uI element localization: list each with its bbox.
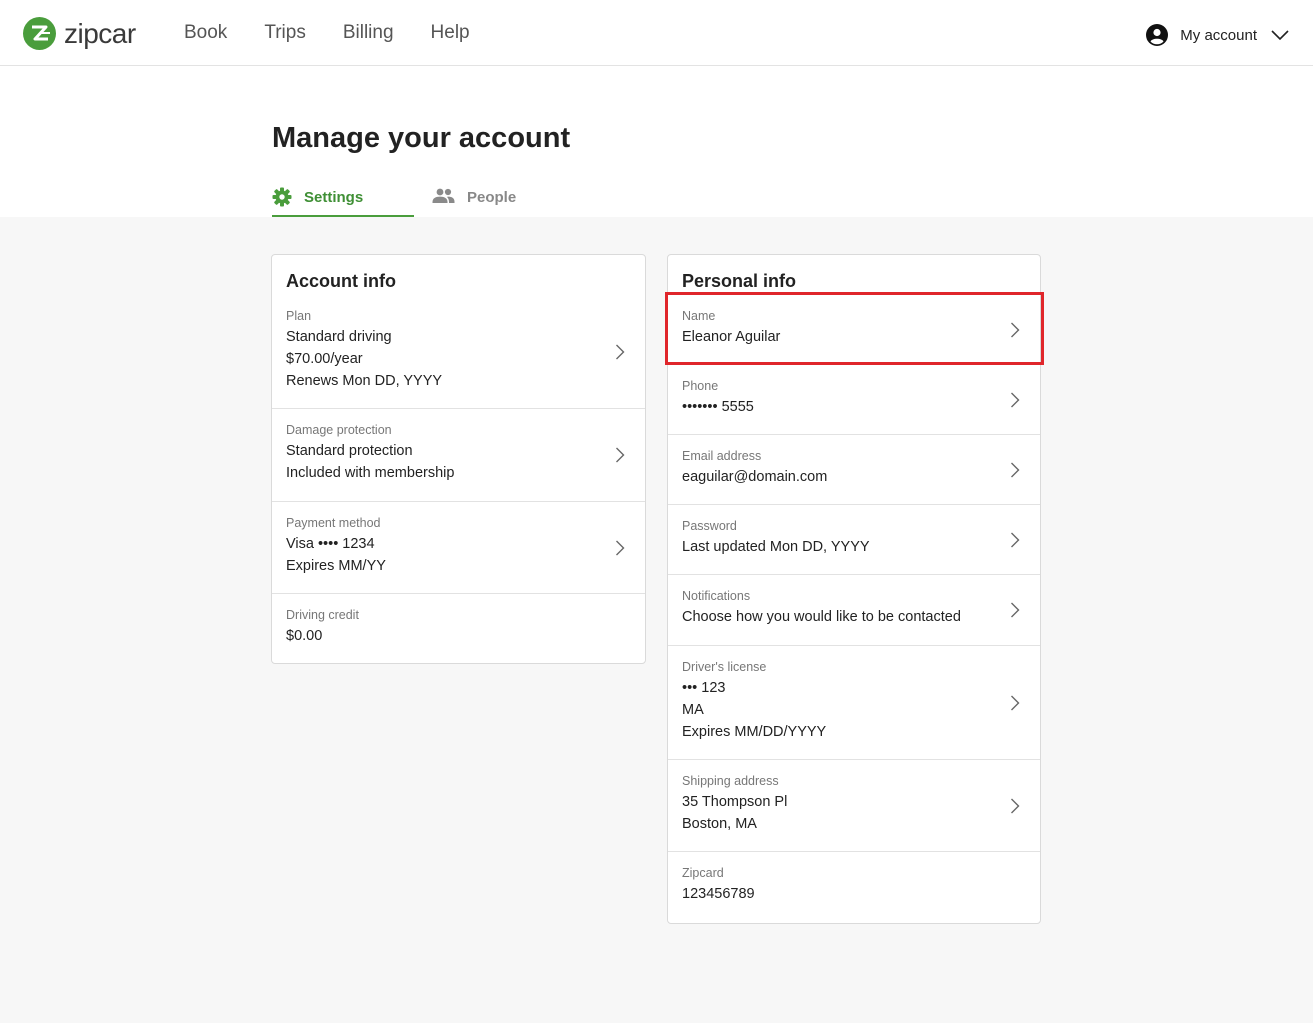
nav-trips[interactable]: Trips xyxy=(264,20,306,46)
phone-value: ••••••• 5555 xyxy=(682,399,754,415)
damage-protection-row[interactable]: Damage protection Standard protection In… xyxy=(272,409,645,502)
nav-help[interactable]: Help xyxy=(431,20,470,46)
name-row[interactable]: Name Eleanor Aguilar xyxy=(668,295,1040,365)
password-row[interactable]: Password Last updated Mon DD, YYYY xyxy=(668,505,1040,575)
account-info-title: Account info xyxy=(286,271,396,291)
chevron-right-icon xyxy=(1011,462,1020,477)
driving-credit-row: Driving credit $0.00 xyxy=(272,594,645,663)
chevron-right-icon xyxy=(1011,392,1020,407)
name-label: Name xyxy=(682,309,716,323)
payment-method-value-line-1: Visa •••• 1234 xyxy=(286,536,375,552)
personal-info-card: Personal info Name Eleanor Aguilar Phone… xyxy=(667,254,1041,924)
payment-method-row[interactable]: Payment method Visa •••• 1234 Expires MM… xyxy=(272,502,645,594)
my-account-menu[interactable]: My account xyxy=(1146,24,1289,46)
zipcard-value: 123456789 xyxy=(682,886,755,902)
payment-method-value-line-2: Expires MM/YY xyxy=(286,558,386,574)
page-title: Manage your account xyxy=(272,122,571,154)
drivers-license-value-line-2: MA xyxy=(682,702,704,718)
shipping-address-row[interactable]: Shipping address 35 Thompson Pl Boston, … xyxy=(668,760,1040,852)
tab-people-label: People xyxy=(467,189,517,206)
damage-protection-value-line-1: Standard protection xyxy=(286,443,413,459)
chevron-right-icon xyxy=(1011,532,1020,547)
account-avatar-icon xyxy=(1146,24,1169,46)
chevron-right-icon xyxy=(616,344,625,359)
driving-credit-value: $0.00 xyxy=(286,628,323,644)
tab-settings[interactable]: Settings xyxy=(272,186,414,217)
chevron-down-icon xyxy=(1271,30,1289,41)
tab-settings-label: Settings xyxy=(304,189,364,206)
damage-protection-value-line-2: Included with membership xyxy=(286,465,455,481)
plan-row[interactable]: Plan Standard driving $70.00/year Renews… xyxy=(272,295,645,409)
password-value: Last updated Mon DD, YYYY xyxy=(682,539,870,555)
page-header: Manage your account Settings People xyxy=(0,66,1313,217)
plan-value-line-1: Standard driving xyxy=(286,329,392,345)
account-info-card: Account info Plan Standard driving $70.0… xyxy=(271,254,646,664)
gear-icon xyxy=(272,187,292,207)
tab-people[interactable]: People xyxy=(432,186,516,217)
my-account-label: My account xyxy=(1180,26,1257,44)
damage-protection-label: Damage protection xyxy=(286,423,392,437)
nav-billing[interactable]: Billing xyxy=(343,20,394,46)
zipcard-label: Zipcard xyxy=(682,866,724,880)
zipcar-logo[interactable]: zipcar xyxy=(23,17,136,50)
zipcar-logo-mark-icon xyxy=(23,17,56,50)
phone-label: Phone xyxy=(682,379,719,393)
payment-method-label: Payment method xyxy=(286,516,381,530)
personal-info-title: Personal info xyxy=(682,271,797,291)
shipping-address-label: Shipping address xyxy=(682,774,779,788)
zipcard-row: Zipcard 123456789 xyxy=(668,852,1040,922)
plan-value-line-3: Renews Mon DD, YYYY xyxy=(286,373,443,389)
top-navigation-bar: zipcar Book Trips Billing Help My accoun… xyxy=(0,0,1313,66)
notifications-label: Notifications xyxy=(682,589,751,603)
driving-credit-label: Driving credit xyxy=(286,608,359,622)
notifications-value: Choose how you would like to be contacte… xyxy=(682,609,961,625)
email-value: eaguilar@domain.com xyxy=(682,469,828,485)
nav-book[interactable]: Book xyxy=(184,20,227,46)
chevron-right-icon xyxy=(616,447,625,463)
people-icon xyxy=(432,188,455,203)
chevron-right-icon xyxy=(1011,695,1020,710)
name-value: Eleanor Aguilar xyxy=(682,329,781,345)
shipping-address-value-line-1: 35 Thompson Pl xyxy=(682,794,788,810)
phone-row[interactable]: Phone ••••••• 5555 xyxy=(668,365,1040,435)
drivers-license-value-line-3: Expires MM/DD/YYYY xyxy=(682,724,827,740)
zipcar-logo-text: zipcar xyxy=(64,17,136,49)
main-nav: Book Trips Billing Help xyxy=(184,20,507,46)
shipping-address-value-line-2: Boston, MA xyxy=(682,816,757,832)
chevron-right-icon xyxy=(1011,798,1020,813)
password-label: Password xyxy=(682,519,737,533)
plan-label: Plan xyxy=(286,309,312,323)
plan-value-line-2: $70.00/year xyxy=(286,351,363,367)
drivers-license-row[interactable]: Driver's license ••• 123 MA Expires MM/D… xyxy=(668,646,1040,760)
email-row[interactable]: Email address eaguilar@domain.com xyxy=(668,435,1040,505)
chevron-right-icon xyxy=(1011,602,1020,618)
chevron-right-icon xyxy=(1011,322,1020,337)
account-tabs: Settings People xyxy=(272,186,516,217)
drivers-license-value-line-1: ••• 123 xyxy=(682,680,726,696)
email-label: Email address xyxy=(682,449,762,463)
chevron-right-icon xyxy=(616,540,625,555)
notifications-row[interactable]: Notifications Choose how you would like … xyxy=(668,575,1040,646)
drivers-license-label: Driver's license xyxy=(682,660,767,674)
